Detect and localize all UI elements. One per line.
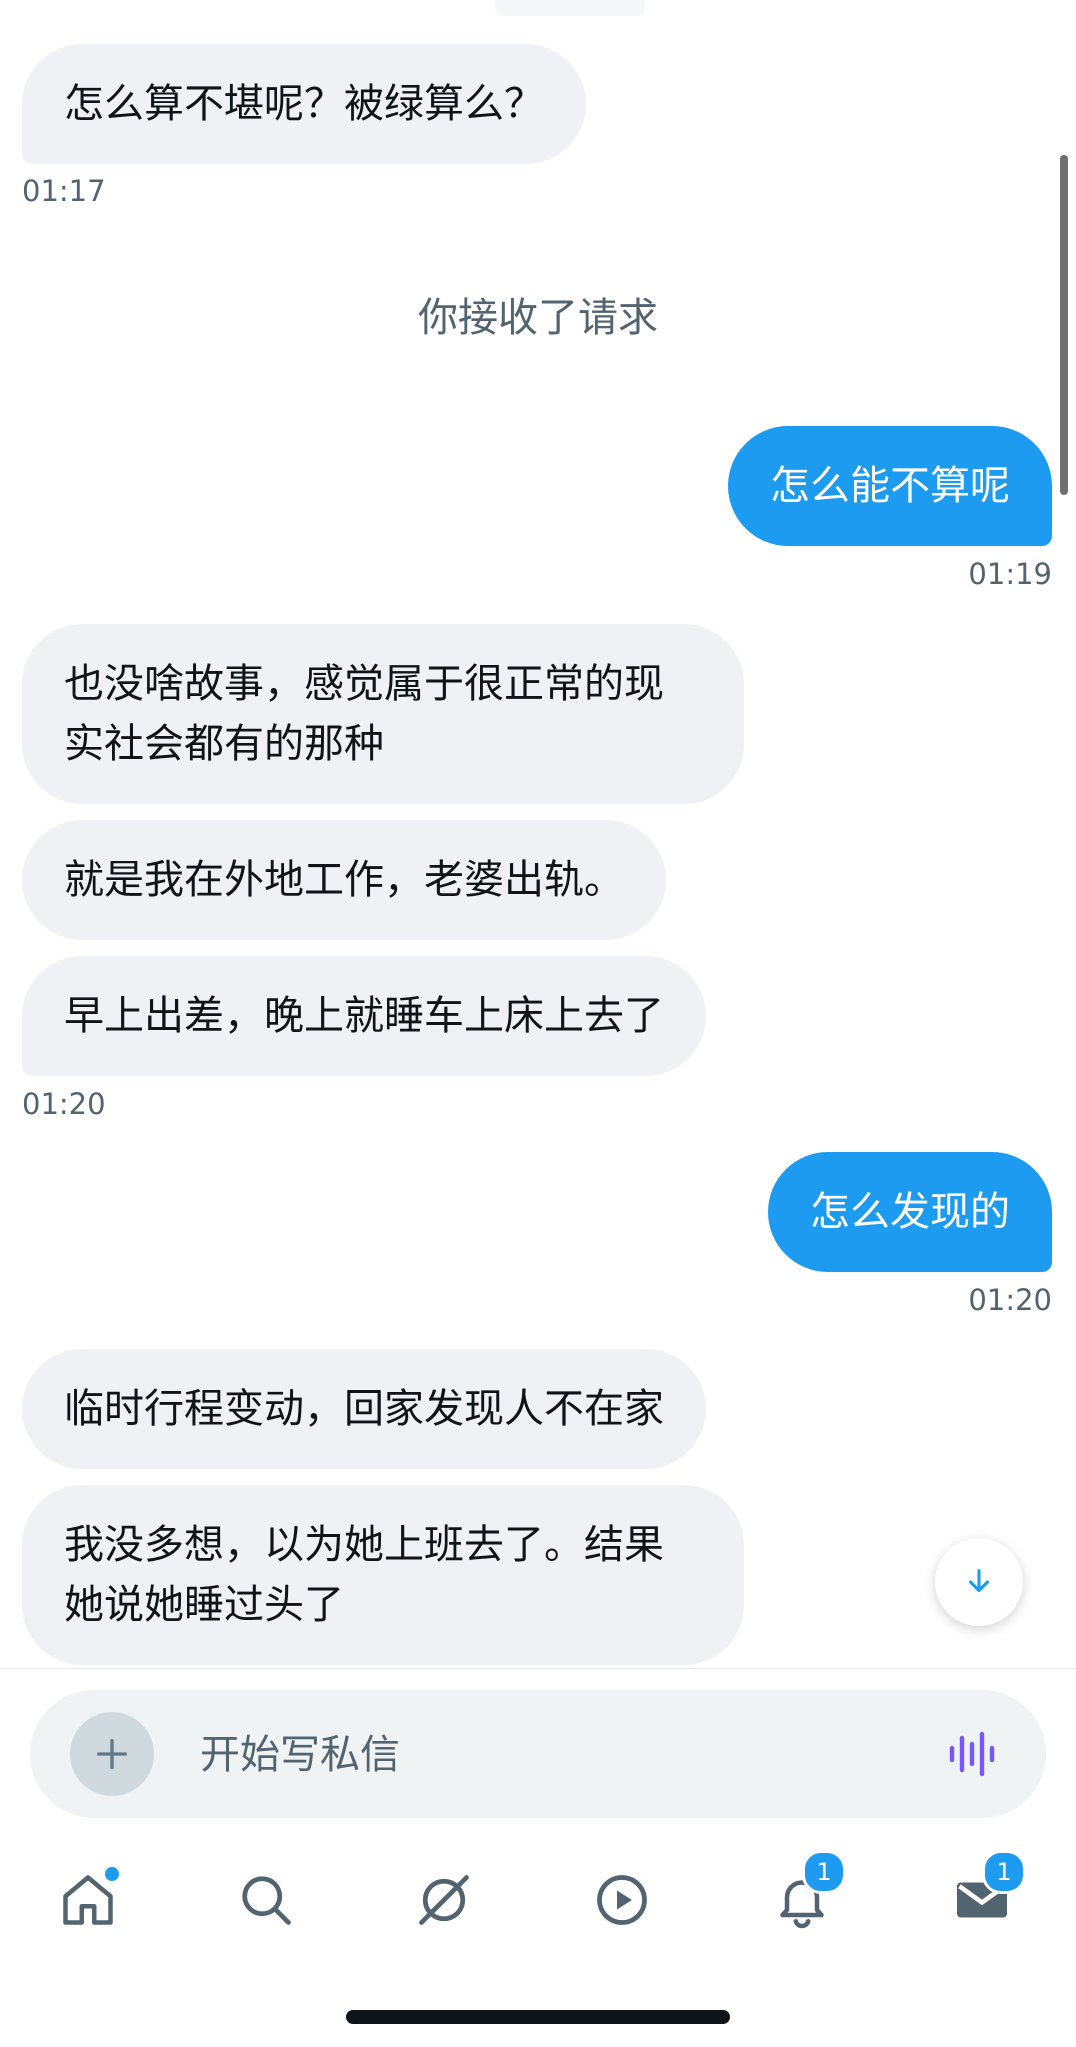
message-bubble-incoming[interactable]: 早上出差，晚上就睡车上床上去了 xyxy=(22,956,706,1076)
message-timestamp: 01:20 xyxy=(968,1283,1052,1317)
message-bubble-outgoing[interactable]: 怎么发现的 xyxy=(768,1152,1052,1272)
arrow-down-icon xyxy=(968,1569,990,1593)
plus-icon xyxy=(97,1739,128,1769)
system-message: 你接收了请求 xyxy=(418,295,658,341)
home-indicator[interactable] xyxy=(346,2010,730,2024)
tab-notifications[interactable]: 1 xyxy=(762,1850,846,1940)
message-text: 也没啥故事，感觉属于很正常的现实社会都有的那种 xyxy=(64,661,664,767)
message-bubble-incoming[interactable]: 怎么算不堪呢？被绿算么？ xyxy=(22,44,586,164)
search-icon xyxy=(242,1876,291,1925)
new-content-dot xyxy=(102,1864,122,1884)
message-timestamp: 01:17 xyxy=(22,174,106,208)
message-bubble-outgoing[interactable]: 怎么能不算呢 xyxy=(728,426,1052,546)
tab-videos[interactable] xyxy=(582,1860,662,1940)
previous-message-edge xyxy=(495,0,645,16)
tab-grok[interactable] xyxy=(404,1860,484,1940)
add-media-button[interactable] xyxy=(70,1712,154,1796)
voice-waveform-icon xyxy=(949,1731,995,1777)
message-bubble-incoming[interactable]: 也没啥故事，感觉属于很正常的现实社会都有的那种 xyxy=(22,624,744,804)
message-input[interactable] xyxy=(198,1720,942,1790)
message-text: 就是我在外地工作，老婆出轨。 xyxy=(64,857,624,903)
message-text: 临时行程变动，回家发现人不在家 xyxy=(64,1386,664,1432)
message-text: 我没多想，以为她上班去了。结果她说她睡过头了 xyxy=(64,1522,664,1628)
composer-divider xyxy=(0,1668,1076,1669)
message-text: 怎么能不算呢 xyxy=(770,463,1010,509)
message-text: 早上出差，晚上就睡车上床上去了 xyxy=(64,993,664,1039)
message-thread[interactable]: 怎么算不堪呢？被绿算么？ 01:17 你接收了请求 怎么能不算呢 01:19 也… xyxy=(0,0,1076,1668)
message-bubble-incoming[interactable]: 我没多想，以为她上班去了。结果她说她睡过头了 xyxy=(22,1485,744,1665)
message-bubble-incoming[interactable]: 临时行程变动，回家发现人不在家 xyxy=(22,1349,706,1469)
message-timestamp: 01:19 xyxy=(968,557,1052,591)
message-timestamp: 01:20 xyxy=(22,1087,106,1121)
message-composer xyxy=(30,1690,1046,1818)
message-text: 怎么发现的 xyxy=(810,1189,1010,1235)
message-text: 怎么算不堪呢？被绿算么？ xyxy=(64,81,544,127)
tab-messages[interactable]: 1 xyxy=(942,1850,1026,1940)
tab-search[interactable] xyxy=(226,1860,306,1940)
messages-badge: 1 xyxy=(982,1850,1026,1894)
scroll-to-bottom-button[interactable] xyxy=(935,1538,1023,1626)
play-icon xyxy=(597,1875,647,1925)
bottom-tab-bar: 1 1 xyxy=(0,1840,1076,1960)
notifications-badge: 1 xyxy=(802,1850,846,1894)
voice-message-button[interactable] xyxy=(944,1726,1000,1782)
tab-home[interactable] xyxy=(48,1860,128,1940)
scrollbar[interactable] xyxy=(1060,155,1068,495)
message-bubble-incoming[interactable]: 就是我在外地工作，老婆出轨。 xyxy=(22,820,666,940)
grok-icon xyxy=(419,1875,469,1925)
